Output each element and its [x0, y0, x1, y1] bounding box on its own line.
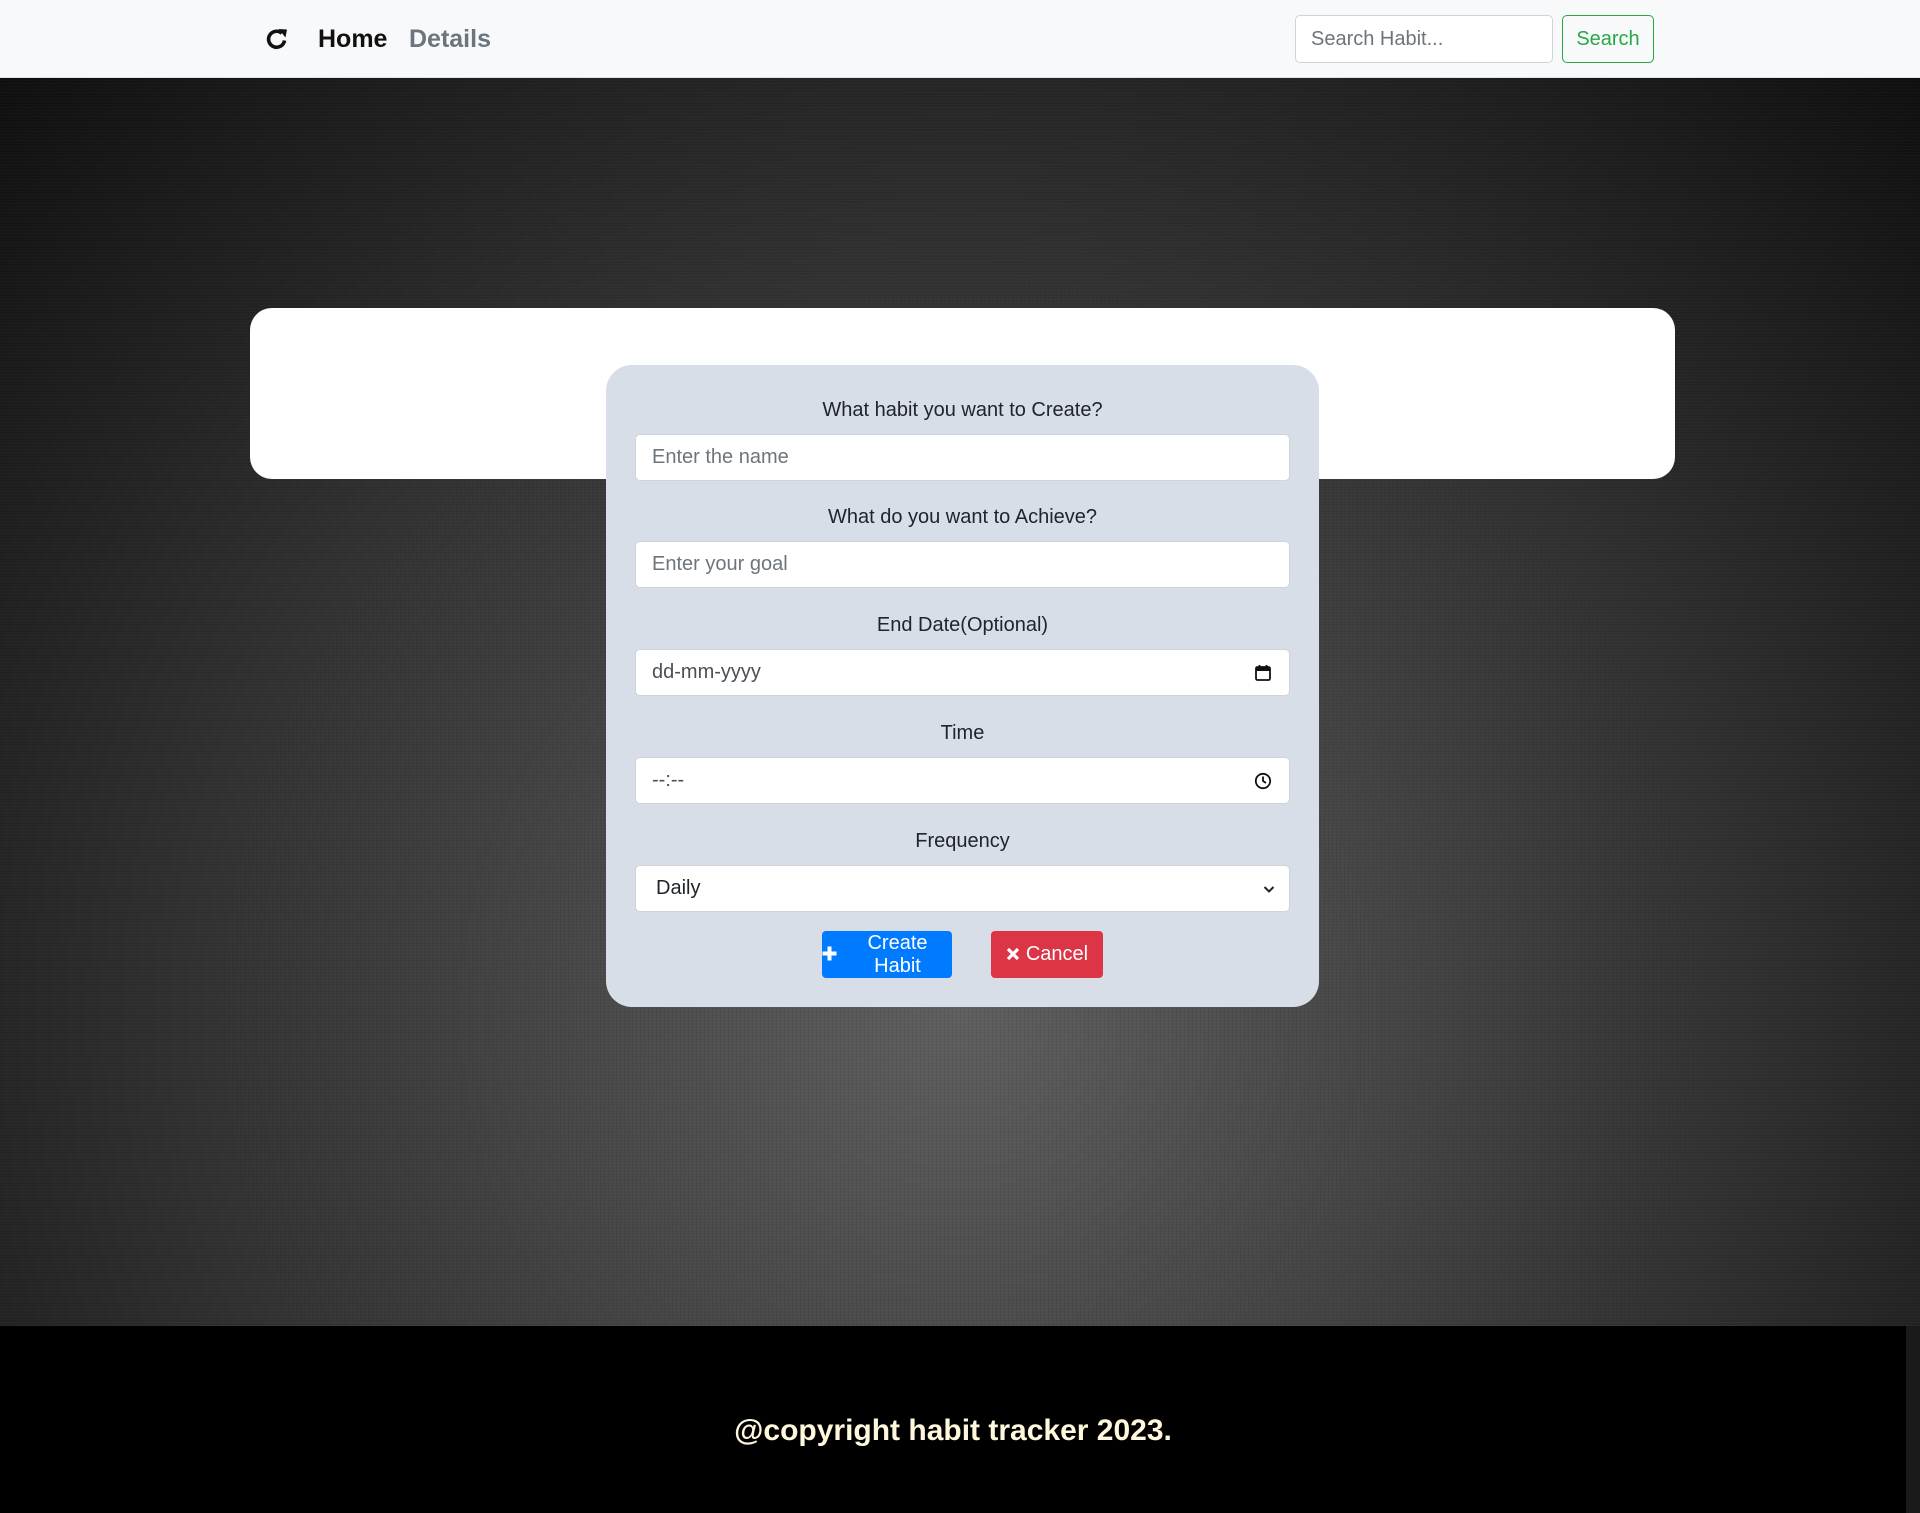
navbar: Home Details Search [0, 0, 1920, 78]
frequency-selected-value: Daily [656, 877, 701, 899]
nav-details-link[interactable]: Details [409, 22, 491, 56]
frequency-select[interactable]: Daily [635, 865, 1290, 912]
end-date-input[interactable]: dd-mm-yyyy [635, 649, 1290, 696]
goal-input[interactable] [635, 541, 1290, 588]
time-label: Time [940, 722, 985, 744]
search-input[interactable] [1295, 15, 1553, 63]
goal-label: What do you want to Achieve? [827, 506, 1098, 528]
scrollbar-track[interactable] [1906, 1326, 1920, 1513]
chevron-down-icon [1259, 879, 1279, 899]
x-icon [1006, 945, 1020, 965]
end-date-placeholder: dd-mm-yyyy [652, 661, 761, 683]
create-habit-button[interactable]: Create Habit [822, 931, 952, 978]
time-placeholder: --:-- [652, 769, 685, 791]
time-input[interactable]: --:-- [635, 757, 1290, 804]
search-button[interactable]: Search [1562, 15, 1654, 63]
habit-name-input[interactable] [635, 434, 1290, 481]
refresh-icon[interactable] [262, 22, 292, 56]
plus-icon [822, 945, 837, 965]
calendar-icon[interactable] [1253, 663, 1273, 683]
habit-name-label: What habit you want to Create? [822, 399, 1103, 421]
footer-copyright: @copyright habit tracker 2023. [734, 1414, 1172, 1447]
nav-home-link[interactable]: Home [318, 22, 387, 56]
footer: @copyright habit tracker 2023. [0, 1326, 1920, 1513]
clock-icon[interactable] [1253, 771, 1273, 791]
frequency-label: Frequency [915, 830, 1010, 852]
end-date-label: End Date(Optional) [876, 614, 1049, 636]
cancel-button[interactable]: Cancel [991, 931, 1103, 978]
create-habit-form: What habit you want to Create? What do y… [606, 365, 1319, 1007]
cancel-label: Cancel [1025, 943, 1089, 965]
create-habit-label: Create Habit [867, 931, 928, 977]
